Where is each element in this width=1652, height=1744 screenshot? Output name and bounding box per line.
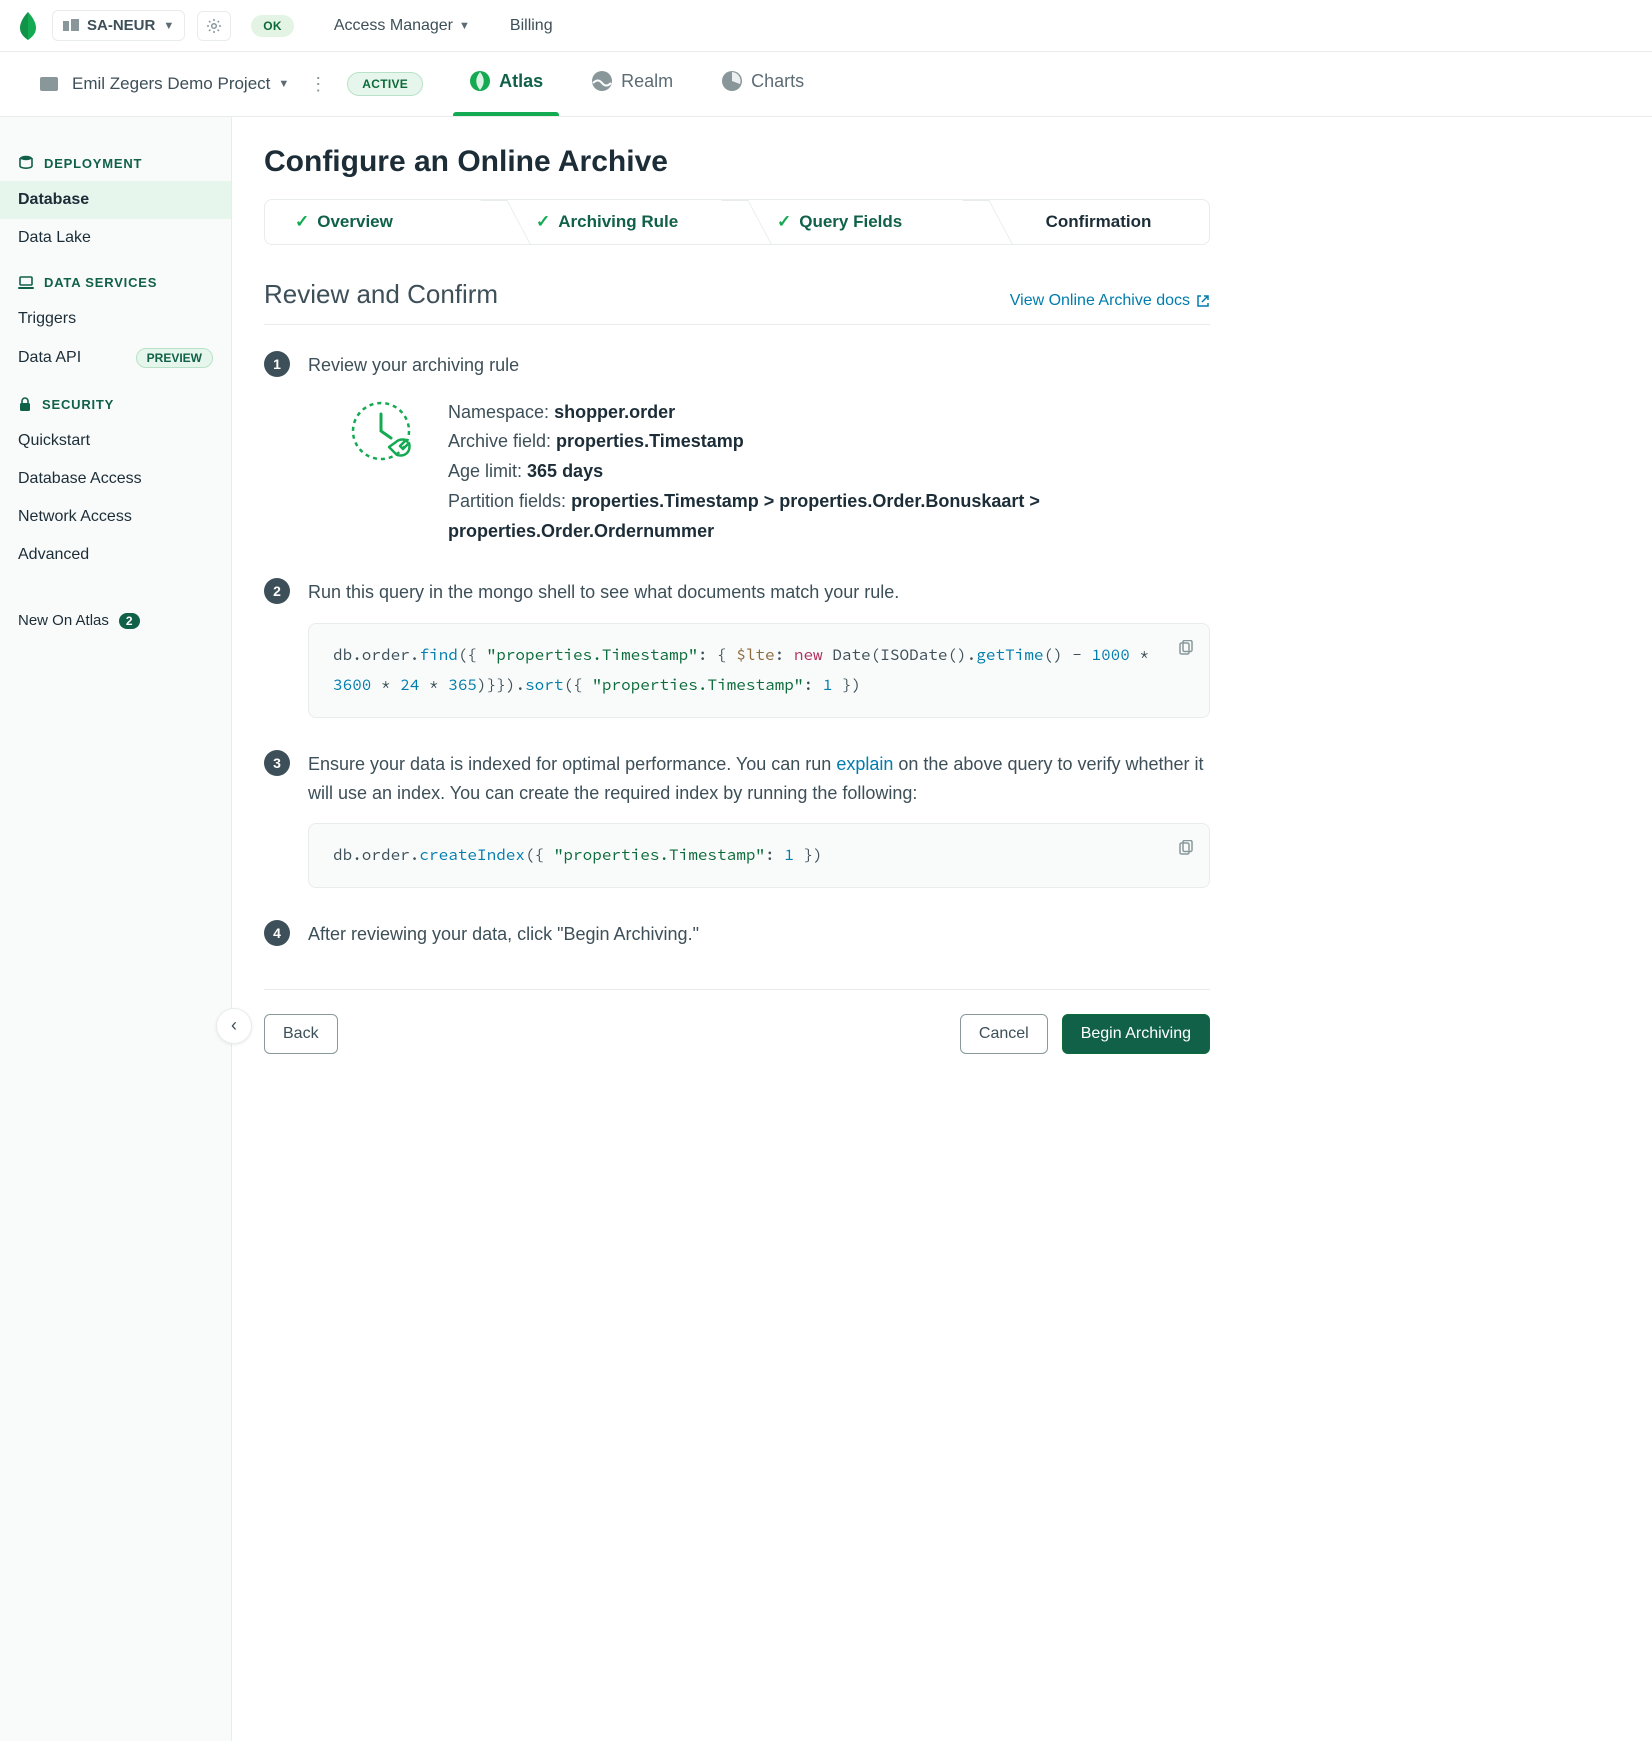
org-name: SA-NEUR [87,17,155,34]
sidebar-item-triggers[interactable]: Triggers [0,300,231,338]
sidebar-item-database[interactable]: Database [0,181,231,219]
step-2: 2 Run this query in the mongo shell to s… [264,578,1210,728]
active-badge: ACTIVE [347,72,423,96]
sidebar-item-network-access[interactable]: Network Access [0,498,231,536]
wizard-step-archiving-rule[interactable]: ✓Archiving Rule [506,200,747,244]
sidebar-heading-security: SECURITY [0,396,231,412]
chevron-down-icon: ▼ [459,20,470,32]
step-1-title: Review your archiving rule [308,351,1210,380]
sidebar-item-database-access[interactable]: Database Access [0,460,231,498]
step-4-title: After reviewing your data, click "Begin … [308,920,1210,949]
status-badge: OK [251,15,294,37]
begin-archiving-button[interactable]: Begin Archiving [1062,1014,1210,1054]
step-number: 3 [264,750,290,776]
step-1: 1 Review your archiving rule Namespace: … [264,351,1210,556]
chevron-down-icon: ▼ [278,78,289,90]
copy-icon [1177,840,1195,858]
sidebar-heading-deployment: DEPLOYMENT [0,155,231,171]
app-tabs: Atlas Realm Charts [467,62,806,106]
org-settings-button[interactable] [197,11,231,41]
access-manager-link[interactable]: Access Manager ▼ [334,17,470,35]
folder-icon [40,77,58,91]
org-icon [63,19,79,33]
external-link-icon [1196,294,1210,308]
project-selector[interactable]: Emil Zegers Demo Project ▼ [72,74,289,94]
gear-icon [206,18,222,34]
check-icon: ✓ [777,212,791,232]
preview-badge: PREVIEW [136,348,213,368]
tab-realm[interactable]: Realm [589,62,675,106]
top-nav: SA-NEUR ▼ OK Access Manager ▼ Billing [0,0,1652,52]
sidebar-item-data-lake[interactable]: Data Lake [0,219,231,257]
copy-icon [1177,640,1195,658]
atlas-icon [469,70,491,92]
back-button[interactable]: Back [264,1014,338,1054]
sidebar-heading-data-services: DATA SERVICES [0,275,231,290]
realm-icon [591,70,613,92]
sidebar-new-on-atlas[interactable]: New On Atlas 2 [0,598,231,643]
sidebar-item-quickstart[interactable]: Quickstart [0,422,231,460]
footer-bar: ‹ Back Cancel Begin Archiving [264,989,1210,1054]
check-icon: ✓ [295,212,309,232]
sidebar-item-data-api[interactable]: Data API PREVIEW [0,338,231,378]
code-block-index: db.order.createIndex({ "properties.Times… [308,823,1210,887]
code-block-query: db.order.find({ "properties.Timestamp": … [308,623,1210,718]
sidebar: DEPLOYMENT Database Data Lake DATA SERVI… [0,117,232,1741]
tab-atlas[interactable]: Atlas [467,62,545,106]
count-badge: 2 [119,613,140,629]
wizard-step-confirmation[interactable]: Confirmation [988,200,1209,244]
step-number: 1 [264,351,290,377]
main-content: Configure an Online Archive ✓Overview ✓A… [232,117,1242,1741]
billing-link[interactable]: Billing [510,17,553,35]
project-bar: Emil Zegers Demo Project ▼ ⋮ ACTIVE Atla… [0,52,1652,117]
laptop-icon [18,276,34,290]
explain-link[interactable]: explain [836,754,893,774]
lock-icon [18,396,32,412]
mongodb-leaf-icon [16,12,40,40]
step-3-text: Ensure your data is indexed for optimal … [308,750,1210,808]
section-title: Review and Confirm [264,279,498,310]
org-selector[interactable]: SA-NEUR ▼ [52,10,185,41]
check-icon: ✓ [536,212,550,232]
charts-icon [721,70,743,92]
step-4: 4 After reviewing your data, click "Begi… [264,920,1210,949]
step-number: 2 [264,578,290,604]
chevron-down-icon: ▼ [163,20,174,32]
step-number: 4 [264,920,290,946]
wizard-step-overview[interactable]: ✓Overview [265,200,506,244]
project-menu-button[interactable]: ⋮ [303,74,333,95]
cancel-button[interactable]: Cancel [960,1014,1048,1054]
sidebar-item-advanced[interactable]: Advanced [0,536,231,574]
wizard-step-query-fields[interactable]: ✓Query Fields [747,200,988,244]
wizard-steps: ✓Overview ✓Archiving Rule ✓Query Fields … [264,199,1210,245]
database-icon [18,155,34,171]
copy-button[interactable] [1177,838,1195,868]
docs-link[interactable]: View Online Archive docs [1010,292,1210,310]
config-summary: Namespace: shopper.order Archive field: … [448,398,1210,546]
step-3: 3 Ensure your data is indexed for optima… [264,750,1210,898]
chevron-left-icon: ‹ [231,1015,237,1036]
step-2-title: Run this query in the mongo shell to see… [308,578,1210,607]
tab-charts[interactable]: Charts [719,62,806,106]
collapse-sidebar-button[interactable]: ‹ [216,1008,252,1044]
page-title: Configure an Online Archive [264,145,1210,179]
copy-button[interactable] [1177,638,1195,668]
clock-wrench-icon [348,398,418,468]
